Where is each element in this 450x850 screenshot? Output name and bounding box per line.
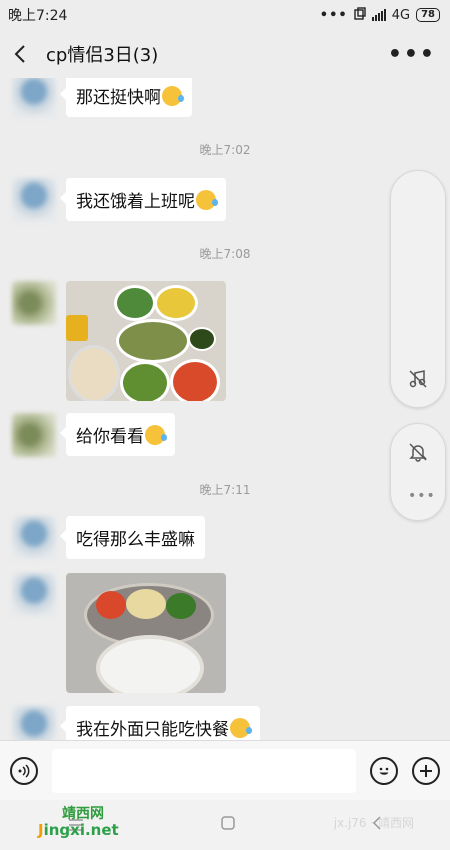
sim-icon (354, 6, 366, 24)
food-photo[interactable] (66, 281, 226, 401)
bell-off-icon[interactable] (408, 442, 428, 466)
message-text: 我在外面只能吃快餐 (76, 720, 229, 740)
dish (116, 319, 190, 363)
home-icon[interactable] (220, 815, 236, 835)
joy-emoji (145, 425, 167, 445)
chat-header: cp情侣3日(3) ••• (0, 30, 450, 78)
floating-notify-panel[interactable]: ••• (390, 423, 446, 521)
message-row (12, 573, 226, 693)
timestamp: 晚上7:08 (199, 247, 251, 261)
dish (166, 593, 196, 619)
avatar[interactable] (12, 516, 56, 560)
message-text: 我还饿着上班呢 (76, 192, 195, 212)
battery-icon: 78 (416, 8, 440, 22)
dish (188, 327, 216, 351)
dish (120, 361, 170, 401)
chat-title: cp情侣3日(3) (46, 45, 159, 66)
dish (154, 285, 198, 321)
food-photo[interactable] (66, 573, 226, 693)
emoji-icon[interactable] (370, 756, 398, 785)
voice-icon[interactable] (10, 756, 38, 785)
menu-icon[interactable] (68, 816, 84, 835)
notification-dots-icon: ••• (319, 7, 348, 23)
message-text: 吃得那么丰盛嘛 (76, 530, 195, 550)
dish (68, 345, 120, 401)
system-nav-bar (0, 800, 450, 850)
chevron-left-icon[interactable] (14, 42, 34, 66)
avatar[interactable] (12, 281, 56, 325)
message-bubble[interactable]: 我在外面只能吃快餐 (60, 706, 260, 740)
floating-music-panel[interactable] (390, 170, 446, 408)
avatar[interactable] (12, 413, 56, 457)
avatar[interactable] (12, 706, 56, 740)
message-text: 给你看看 (76, 427, 144, 447)
network-type: 4G (391, 7, 411, 23)
message-row: 我还饿着上班呢 (12, 178, 226, 222)
message-bubble[interactable]: 给你看看 (60, 413, 175, 456)
message-input[interactable] (52, 748, 356, 793)
sweat-laugh-emoji (162, 86, 184, 106)
signal-icon (371, 9, 386, 21)
avatar[interactable] (12, 78, 56, 118)
dish (170, 359, 220, 401)
avatar[interactable] (12, 178, 56, 222)
more-dots-icon[interactable]: ••• (408, 488, 436, 504)
message-bubble[interactable]: 吃得那么丰盛嘛 (60, 516, 205, 559)
nav-back-icon[interactable] (372, 815, 382, 835)
sweat-laugh-emoji (196, 190, 218, 210)
message-row: 我在外面只能吃快餐 (12, 706, 260, 740)
status-icons: ••• 4G 78 (319, 6, 440, 24)
plus-icon[interactable] (412, 756, 440, 785)
rice-bowl (96, 635, 204, 693)
more-dots-icon[interactable]: ••• (388, 42, 436, 67)
timestamp: 晚上7:11 (199, 483, 251, 497)
message-row: 吃得那么丰盛嘛 (12, 516, 205, 560)
dish (96, 591, 126, 619)
avatar[interactable] (12, 573, 56, 617)
status-bar: 晚上7:24 ••• 4G 78 (0, 0, 450, 30)
chat-messages[interactable]: 那还挺快啊 晚上7:02 我还饿着上班呢 晚上7:08 给你看看 晚上7:11 (0, 78, 450, 740)
message-bubble[interactable]: 我还饿着上班呢 (60, 178, 226, 221)
message-bubble[interactable]: 那还挺快啊 (60, 78, 192, 117)
dish (126, 589, 166, 619)
dish (114, 285, 156, 321)
message-text: 那还挺快啊 (76, 88, 161, 108)
message-row: 那还挺快啊 (12, 78, 192, 118)
status-time: 晚上7:24 (8, 8, 68, 24)
input-bar (0, 740, 450, 800)
message-row: 给你看看 (12, 413, 175, 457)
dish (66, 315, 88, 341)
sweat-laugh-emoji (230, 718, 252, 738)
message-row (12, 281, 226, 401)
music-off-icon[interactable] (408, 369, 428, 393)
timestamp: 晚上7:02 (199, 143, 251, 157)
